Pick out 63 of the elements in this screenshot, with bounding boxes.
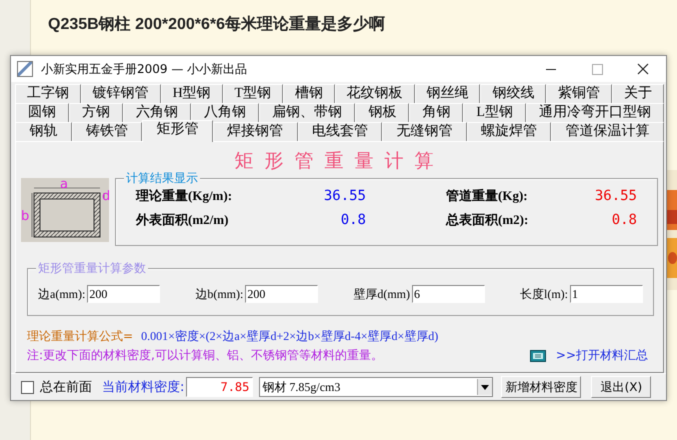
tab[interactable]: 扁钢、带钢 — [259, 103, 356, 122]
input-field[interactable]: 200 — [87, 285, 160, 303]
density-label: 当前材料密度: — [102, 379, 184, 396]
tab[interactable]: 钢绞线 — [480, 84, 546, 103]
tab[interactable]: 管道保温计算 — [551, 122, 664, 141]
tab[interactable]: 无缝钢管 — [382, 122, 467, 141]
field-label: 长度l(m): — [520, 286, 568, 302]
tab[interactable]: H型钢 — [160, 84, 223, 103]
field-label: 边b(mm): — [195, 286, 244, 302]
question-title: Q235B钢柱 200*200*6*6每米理论重量是多少啊 — [48, 14, 386, 35]
input-field[interactable]: 200 — [245, 285, 318, 303]
result-value: 0.8 — [610, 212, 637, 228]
tab[interactable]: 通用冷弯开口型钢 — [526, 103, 664, 122]
panel-heading: 矩形管重量计算 — [234, 150, 446, 174]
exit-button[interactable]: 退出(X) — [591, 376, 652, 398]
tab[interactable]: 六角钢 — [123, 103, 192, 122]
tab[interactable]: L型钢 — [463, 103, 526, 122]
result-label: 理论重量(Kg/m): — [136, 187, 234, 205]
field-label: 壁厚d(mm) — [353, 286, 410, 302]
tab[interactable]: 八角钢 — [191, 103, 260, 122]
tab[interactable]: 紫铜管 — [546, 84, 612, 103]
tab[interactable]: 铸铁管 — [72, 122, 142, 141]
material-dropdown[interactable]: 钢材 7.85g/cm3 — [259, 377, 494, 397]
result-value: 0.8 — [340, 212, 366, 228]
checkbox[interactable] — [21, 380, 34, 394]
tab[interactable]: 槽钢 — [283, 84, 335, 103]
formula-text: 0.001×密度×(2×边a×壁厚d+2×边b×壁厚d-4×壁厚d×壁厚d) — [141, 328, 438, 345]
tab[interactable]: 圆钢 — [15, 103, 70, 122]
input-field[interactable]: 6 — [412, 285, 485, 303]
result-label: 总表面积(m2): — [444, 211, 530, 229]
tab[interactable]: 关于 — [612, 84, 664, 103]
input-field[interactable]: 1 — [570, 285, 643, 303]
dimension-label: a — [60, 178, 68, 192]
field-label: 边a(mm): — [38, 286, 86, 302]
formula-label: 理论重量计算公式= — [27, 328, 134, 345]
window-title: 小新实用五金手册2009 — 小小新出品 — [41, 60, 248, 78]
dimension-label: b — [21, 209, 30, 224]
tab[interactable]: 矩形管 — [142, 120, 213, 142]
tab[interactable]: T型钢 — [222, 84, 283, 103]
tab[interactable]: 电线套管 — [298, 122, 382, 141]
tab[interactable]: 角钢 — [409, 103, 464, 122]
density-field[interactable]: 7.85 — [186, 377, 254, 397]
tab[interactable]: 螺旋焊管 — [466, 122, 552, 141]
tab[interactable]: 钢轨 — [15, 122, 72, 141]
tab[interactable]: 钢板 — [355, 103, 410, 122]
tab[interactable]: 钢丝绳 — [414, 84, 480, 103]
note-text: 注:更改下面的材料密度,可以计算铜、铝、不锈钢管等材料的重量。 — [27, 347, 383, 364]
tab[interactable]: 花纹钢板 — [334, 84, 415, 103]
tab[interactable]: 焊接钢管 — [212, 122, 298, 141]
result-label: 外表面积(m2/m) — [136, 211, 230, 229]
calculator-icon[interactable] — [530, 350, 546, 362]
tab[interactable]: 方钢 — [69, 103, 124, 122]
result-value: 36.55 — [594, 188, 637, 204]
result-label: 管道重量(Kg): — [445, 187, 529, 205]
add-density-button[interactable]: 新增材料密度 — [501, 376, 582, 398]
tab[interactable]: 镀锌钢管 — [80, 84, 161, 103]
result-value: 36.55 — [322, 188, 366, 204]
tab[interactable]: 工字钢 — [15, 84, 81, 103]
dimension-label: d — [102, 189, 109, 204]
checkbox-label: 总在前面 — [40, 379, 92, 396]
group-legend: 矩形管重量计算参数 — [36, 261, 148, 275]
open-materials-link[interactable]: >>打开材料汇总 — [556, 347, 648, 364]
group-legend: 计算结果显示 — [124, 171, 200, 185]
